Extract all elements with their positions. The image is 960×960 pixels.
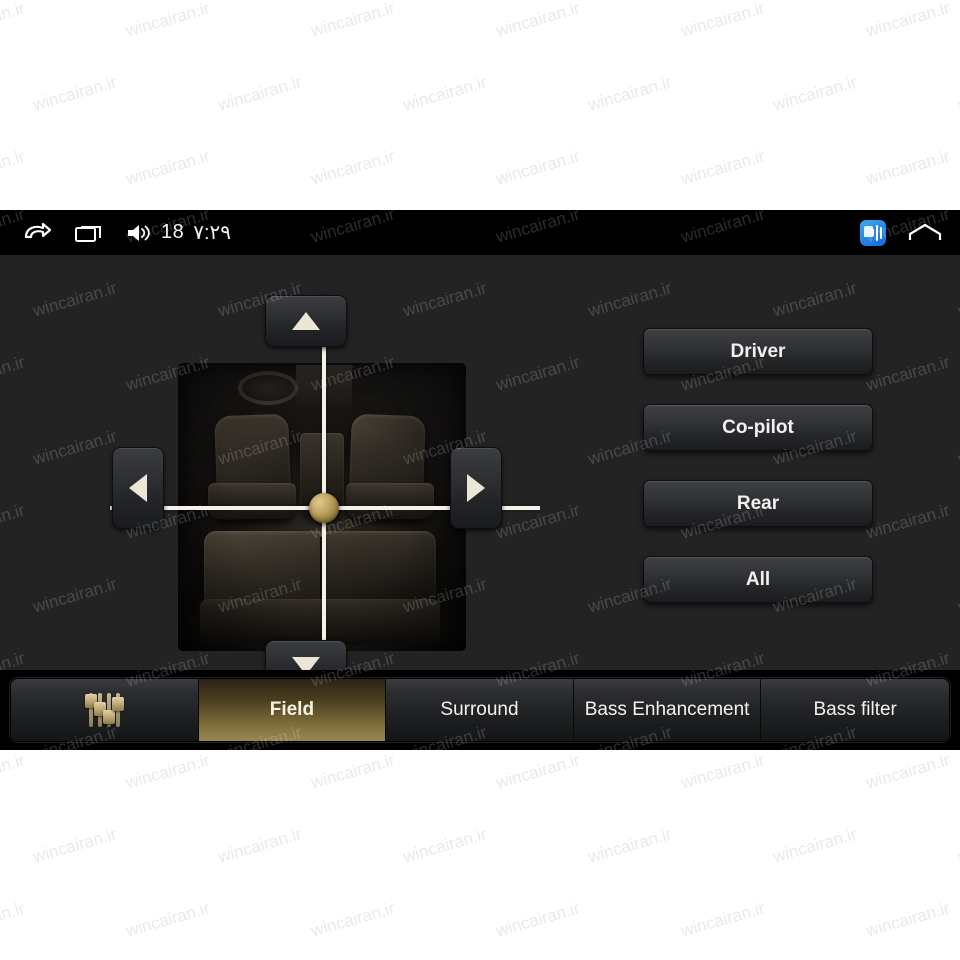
watermark-text: wincairan.ir — [863, 146, 952, 189]
preset-label: Driver — [730, 340, 786, 362]
tab-equalizer[interactable] — [11, 679, 199, 741]
preset-rear-button[interactable]: Rear — [643, 480, 873, 527]
seat-preset-list: Driver Co-pilot Rear All — [643, 328, 873, 603]
watermark-text: wincairan.ir — [770, 824, 859, 867]
tab-label: Field — [269, 699, 315, 720]
watermark-text: wincairan.ir — [863, 898, 952, 941]
tab-field[interactable]: Field — [198, 679, 387, 741]
fader-3 — [102, 693, 115, 727]
move-up-button[interactable] — [265, 295, 347, 347]
watermark-text: wincairan.ir — [678, 146, 767, 189]
watermark-text: wincairan.ir — [863, 750, 952, 793]
watermark-text: wincairan.ir — [585, 72, 674, 115]
tab-label: Bass Enhancement — [584, 699, 750, 720]
watermark-text: wincairan.ir — [955, 72, 960, 115]
watermark-text: wincairan.ir — [863, 0, 952, 41]
badge-bar-2 — [875, 224, 878, 241]
status-bar-right-group — [860, 210, 942, 255]
watermark-text: wincairan.ir — [678, 750, 767, 793]
tab-bass-filter[interactable]: Bass filter — [761, 679, 949, 741]
tab-strip: Field Surround Bass Enhancement Bass fil… — [10, 678, 950, 742]
volume-level-value: 18 — [161, 221, 185, 243]
tab-bass-enhancement[interactable]: Bass Enhancement — [573, 679, 762, 741]
watermark-text: wincairan.ir — [30, 824, 119, 867]
tab-surround[interactable]: Surround — [386, 679, 574, 741]
watermark-text: wincairan.ir — [493, 146, 582, 189]
watermark-text: wincairan.ir — [308, 898, 397, 941]
watermark-text: wincairan.ir — [0, 0, 27, 41]
watermark-text: wincairan.ir — [308, 0, 397, 41]
watermark-text: wincairan.ir — [493, 750, 582, 793]
watermark-text: wincairan.ir — [770, 72, 859, 115]
move-left-button[interactable] — [112, 447, 164, 529]
sound-field-control — [110, 295, 540, 715]
back-arrow-icon[interactable] — [22, 222, 52, 244]
watermark-text: wincairan.ir — [955, 824, 960, 867]
preset-label: All — [745, 568, 771, 590]
watermark-text: wincairan.ir — [123, 146, 212, 189]
watermark-text: wincairan.ir — [678, 0, 767, 41]
badge-bar-1 — [871, 229, 874, 236]
arrow-left-icon — [129, 474, 147, 502]
watermark-text: wincairan.ir — [123, 0, 212, 41]
music-app-icon[interactable] — [860, 219, 886, 246]
badge-bar-3 — [879, 226, 882, 239]
fader-2 — [93, 693, 106, 727]
preset-copilot-button[interactable]: Co-pilot — [643, 404, 873, 451]
watermark-text: wincairan.ir — [308, 146, 397, 189]
preset-label: Rear — [736, 492, 780, 514]
recent-apps-icon[interactable] — [74, 222, 104, 244]
watermark-text: wincairan.ir — [123, 898, 212, 941]
watermark-text: wincairan.ir — [0, 146, 27, 189]
status-bar-clock: ٧:٢٩ — [193, 222, 232, 244]
head-unit-screen: 18 ٧:٢٩ Driver Co-pilot Rear All Field S… — [0, 210, 960, 750]
move-right-button[interactable] — [450, 447, 502, 529]
fader-1 — [84, 693, 97, 727]
tab-label: Bass filter — [813, 699, 897, 720]
status-bar-left-group: 18 ٧:٢٩ — [0, 220, 231, 245]
watermark-text: wincairan.ir — [400, 824, 489, 867]
watermark-text: wincairan.ir — [0, 898, 27, 941]
preset-label: Co-pilot — [722, 416, 794, 438]
watermark-text: wincairan.ir — [0, 750, 27, 793]
arrow-right-icon — [467, 474, 485, 502]
audio-mode-tabbar: Field Surround Bass Enhancement Bass fil… — [0, 670, 960, 750]
watermark-text: wincairan.ir — [493, 898, 582, 941]
watermark-text: wincairan.ir — [585, 824, 674, 867]
watermark-text: wincairan.ir — [123, 750, 212, 793]
volume-and-clock: 18 ٧:٢٩ — [126, 220, 231, 245]
screenshot-canvas: 18 ٧:٢٩ Driver Co-pilot Rear All Field S… — [0, 0, 960, 960]
watermark-text: wincairan.ir — [493, 0, 582, 41]
sound-position-knob[interactable] — [309, 493, 339, 523]
fader-4 — [111, 693, 124, 727]
watermark-text: wincairan.ir — [30, 72, 119, 115]
preset-driver-button[interactable]: Driver — [643, 328, 873, 375]
watermark-text: wincairan.ir — [308, 750, 397, 793]
watermark-text: wincairan.ir — [215, 824, 304, 867]
watermark-text: wincairan.ir — [215, 72, 304, 115]
tab-label: Surround — [440, 699, 519, 720]
watermark-text: wincairan.ir — [678, 898, 767, 941]
volume-icon — [126, 222, 152, 244]
arrow-up-icon — [292, 312, 320, 330]
preset-all-button[interactable]: All — [643, 556, 873, 603]
watermark-text: wincairan.ir — [400, 72, 489, 115]
android-status-bar: 18 ٧:٢٩ — [0, 210, 960, 255]
equalizer-icon — [84, 693, 124, 727]
home-icon[interactable] — [908, 222, 942, 244]
